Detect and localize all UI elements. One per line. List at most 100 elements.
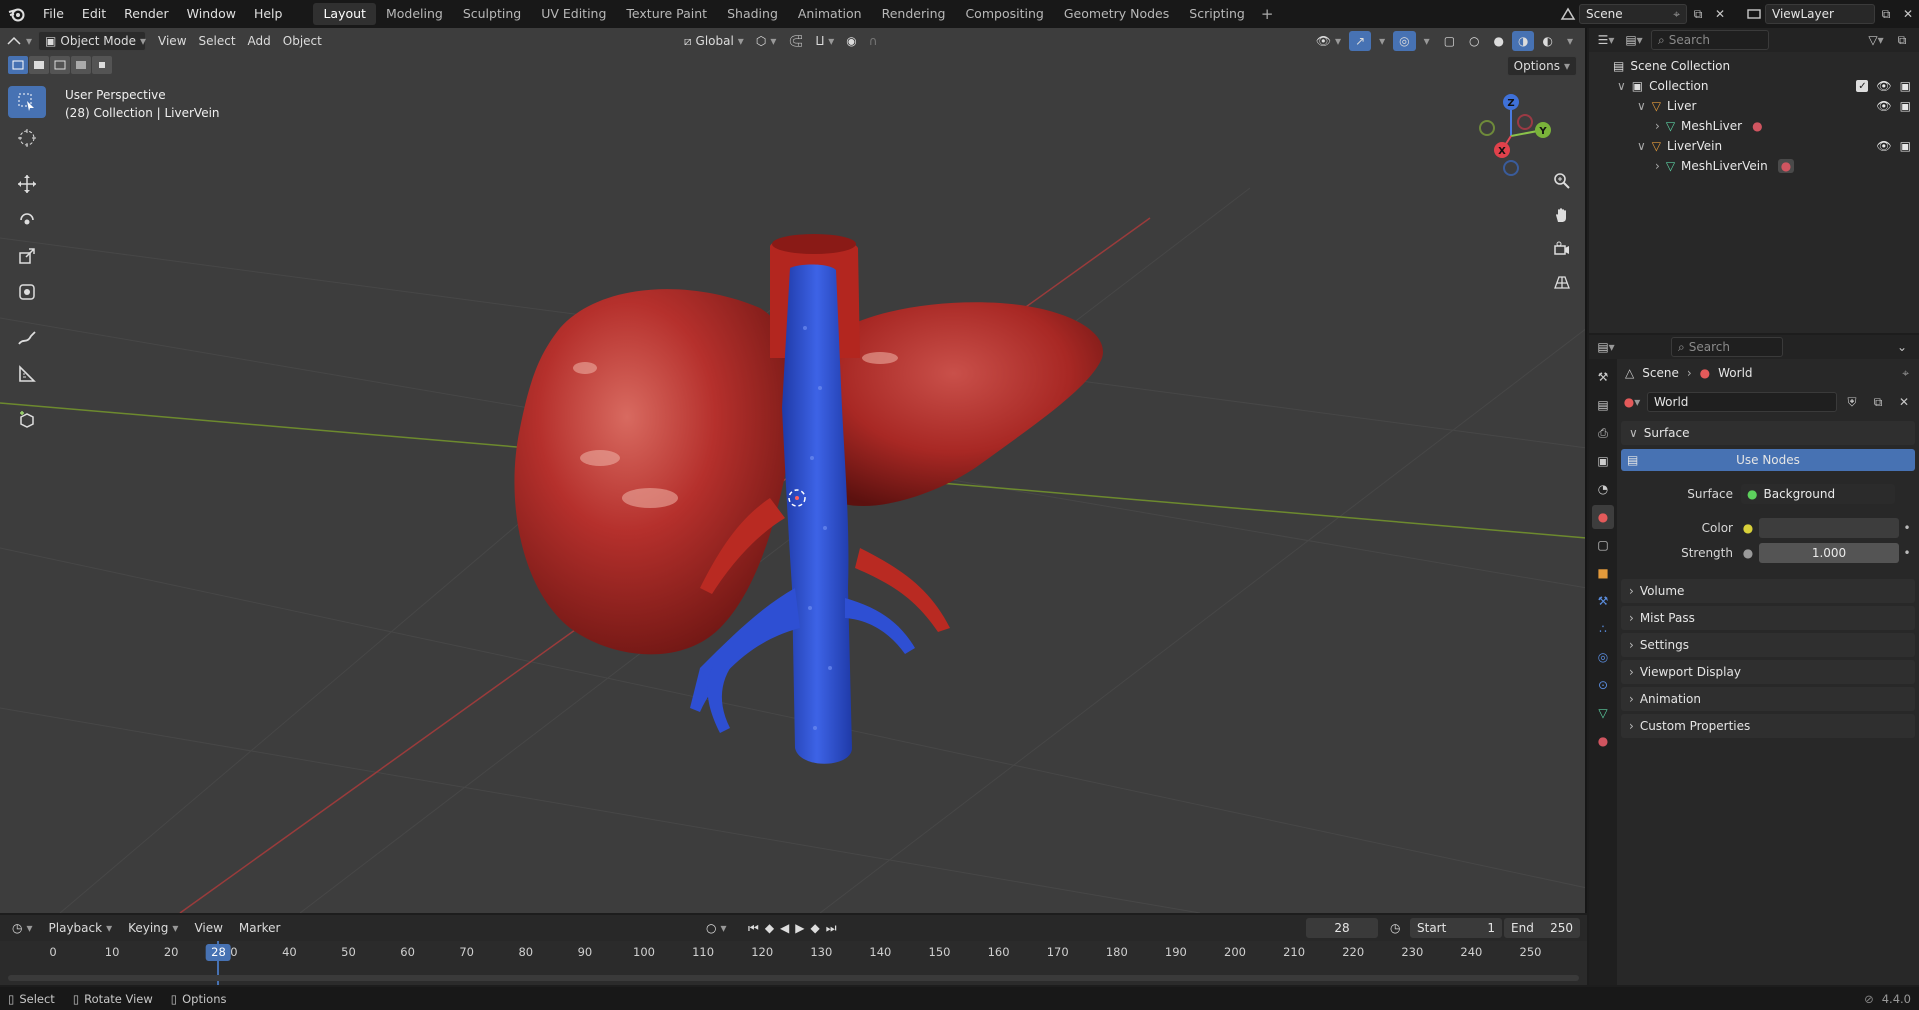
material-icon[interactable]: ● [1777, 159, 1795, 173]
blender-logo-icon[interactable] [0, 0, 34, 28]
display-mode-icon[interactable]: ▤ ▾ [1623, 30, 1645, 50]
view-layer-icon[interactable] [1743, 4, 1765, 24]
gizmo-dropdown-icon[interactable]: ▾ [1373, 31, 1391, 51]
playhead-frame-label[interactable]: 28 [206, 944, 231, 961]
scene-icon[interactable] [1557, 4, 1579, 24]
transform-tool-icon[interactable] [8, 276, 46, 308]
solid-shading-icon[interactable]: ● [1488, 31, 1510, 51]
timeline-scrollbar[interactable] [8, 975, 1579, 981]
camera-icon[interactable]: ▣ [1900, 79, 1911, 93]
jump-start-icon[interactable]: ⏮ [748, 921, 759, 936]
duplicate-world-icon[interactable]: ⧉ [1867, 392, 1889, 412]
tab-shading[interactable]: Shading [717, 3, 788, 25]
object-tab-icon[interactable]: ■ [1592, 561, 1614, 585]
tab-compositing[interactable]: Compositing [955, 3, 1053, 25]
play-reverse-icon[interactable]: ◀ [780, 921, 789, 936]
animation-panel-header[interactable]: › Animation [1621, 687, 1915, 711]
camera-view-icon[interactable] [1549, 236, 1575, 262]
delete-scene-icon[interactable]: ✕ [1709, 4, 1731, 24]
unlink-world-icon[interactable]: ✕ [1893, 392, 1915, 412]
cursor-tool-icon[interactable] [8, 122, 46, 154]
menu-view[interactable]: View [152, 31, 192, 51]
material-shading-icon[interactable]: ◑ [1512, 31, 1535, 51]
transform-orientation-dropdown[interactable]: ⧄ Global ▾ [678, 31, 750, 51]
menu-render[interactable]: Render [115, 0, 178, 28]
chevron-down-icon[interactable]: ∨ [1637, 99, 1646, 113]
world-name-field[interactable]: World [1647, 392, 1837, 412]
proportional-edit-icon[interactable]: ◉ [840, 31, 862, 51]
filter-icon[interactable]: ▽ ▾ [1865, 30, 1887, 50]
menu-add[interactable]: Add [242, 31, 277, 51]
new-collection-icon[interactable]: ⧉ [1891, 30, 1913, 50]
menu-window[interactable]: Window [178, 0, 245, 28]
auto-keying-icon[interactable]: ○ ▾ [700, 918, 733, 938]
object-mode-dropdown[interactable]: ▣ Object Mode ▾ [38, 31, 147, 51]
menu-timeline-view[interactable]: View [188, 918, 228, 938]
eye-icon[interactable]: 👁︎ [1876, 99, 1891, 113]
modifier-tab-icon[interactable]: ⚒ [1592, 589, 1614, 613]
tab-sculpting[interactable]: Sculpting [453, 3, 531, 25]
surface-panel-header[interactable]: ∨ Surface [1621, 421, 1915, 445]
settings-panel-header[interactable]: › Settings [1621, 633, 1915, 657]
chevron-right-icon[interactable]: › [1655, 119, 1660, 133]
perspective-toggle-icon[interactable] [1549, 270, 1575, 296]
collection-tab-icon[interactable]: ▢ [1592, 533, 1614, 557]
outliner-row-livervein[interactable]: ∨ ▽ LiverVein 👁︎ ▣ [1589, 136, 1919, 156]
color-swatch[interactable] [1759, 518, 1899, 538]
next-keyframe-icon[interactable]: ◆ [811, 921, 820, 936]
outliner-row-scene-collection[interactable]: ▤ Scene Collection [1589, 56, 1919, 76]
tab-rendering[interactable]: Rendering [872, 3, 956, 25]
end-frame-field[interactable]: End 250 [1504, 918, 1580, 938]
rendered-shading-icon[interactable]: ◐ [1536, 31, 1558, 51]
menu-object[interactable]: Object [277, 31, 328, 51]
annotate-tool-icon[interactable] [8, 322, 46, 354]
add-workspace-button[interactable]: + [1255, 5, 1280, 23]
pan-hand-icon[interactable] [1549, 202, 1575, 228]
material-tab-icon[interactable]: ● [1592, 729, 1614, 753]
editor-type-button[interactable]: ▾ [0, 31, 38, 51]
prev-keyframe-icon[interactable]: ◆ [765, 921, 774, 936]
add-cube-tool-icon[interactable] [8, 404, 46, 436]
timeline-ruler[interactable]: 0102030405060708090100110120130140150160… [0, 941, 1587, 985]
camera-icon[interactable]: ▣ [1900, 139, 1911, 153]
pin-icon[interactable]: ⌖ [1902, 366, 1915, 381]
eye-icon[interactable]: 👁︎ [1876, 79, 1891, 93]
view-layer-selector[interactable]: ViewLayer [1765, 4, 1875, 24]
select-box-tool-icon[interactable] [8, 86, 46, 118]
chevron-right-icon[interactable]: › [1655, 159, 1660, 173]
view-layer-tab-icon[interactable]: ▣ [1592, 449, 1614, 473]
tab-modeling[interactable]: Modeling [376, 3, 453, 25]
current-frame-field[interactable]: 28 [1306, 918, 1378, 938]
tab-scripting[interactable]: Scripting [1179, 3, 1255, 25]
material-icon[interactable]: ● [1752, 119, 1762, 133]
menu-playback[interactable]: Playback ▾ [43, 918, 119, 938]
tool-tab-icon[interactable]: ⚒ [1592, 365, 1614, 389]
world-browse-icon[interactable]: ● ▾ [1621, 392, 1643, 412]
new-view-layer-icon[interactable]: ⧉ [1875, 4, 1897, 24]
keyframe-dot-icon[interactable]: • [1899, 546, 1915, 560]
camera-icon[interactable]: ▣ [1900, 99, 1911, 113]
mist-pass-panel-header[interactable]: › Mist Pass [1621, 606, 1915, 630]
outliner-row-liver[interactable]: ∨ ▽ Liver 👁︎ ▣ [1589, 96, 1919, 116]
chevron-down-icon[interactable]: ∨ [1637, 139, 1646, 153]
overlays-toggle-icon[interactable]: ◎ [1393, 31, 1416, 51]
new-scene-icon[interactable]: ⧉ [1687, 4, 1709, 24]
start-frame-field[interactable]: Start 1 [1410, 918, 1502, 938]
pivot-point-icon[interactable]: ⬡ ▾ [750, 31, 783, 51]
select-invert-icon[interactable] [71, 56, 91, 74]
options-dropdown[interactable]: Options ▾ [1506, 56, 1577, 76]
menu-keying[interactable]: Keying ▾ [122, 918, 184, 938]
use-nodes-button[interactable]: ▤ Use Nodes [1621, 449, 1915, 471]
keyframe-dot-icon[interactable]: • [1899, 521, 1915, 535]
pin-icon[interactable]: ⌖ [1673, 7, 1680, 22]
timeline-editor-type-icon[interactable]: ◷ ▾ [6, 918, 39, 938]
outliner-row-meshlivervein[interactable]: › ▽ MeshLiverVein ● [1589, 156, 1919, 176]
rotate-tool-icon[interactable] [8, 204, 46, 236]
tab-animation[interactable]: Animation [788, 3, 872, 25]
visibility-icon[interactable]: 👁︎ ▾ [1310, 31, 1347, 51]
gizmo-toggle-icon[interactable]: ↗ [1349, 31, 1372, 51]
clock-icon[interactable]: ◷ [1384, 918, 1406, 938]
menu-edit[interactable]: Edit [73, 0, 115, 28]
properties-search-input[interactable]: ⌕ Search [1671, 337, 1783, 357]
surface-shader-field[interactable]: ● Background [1741, 484, 1895, 504]
